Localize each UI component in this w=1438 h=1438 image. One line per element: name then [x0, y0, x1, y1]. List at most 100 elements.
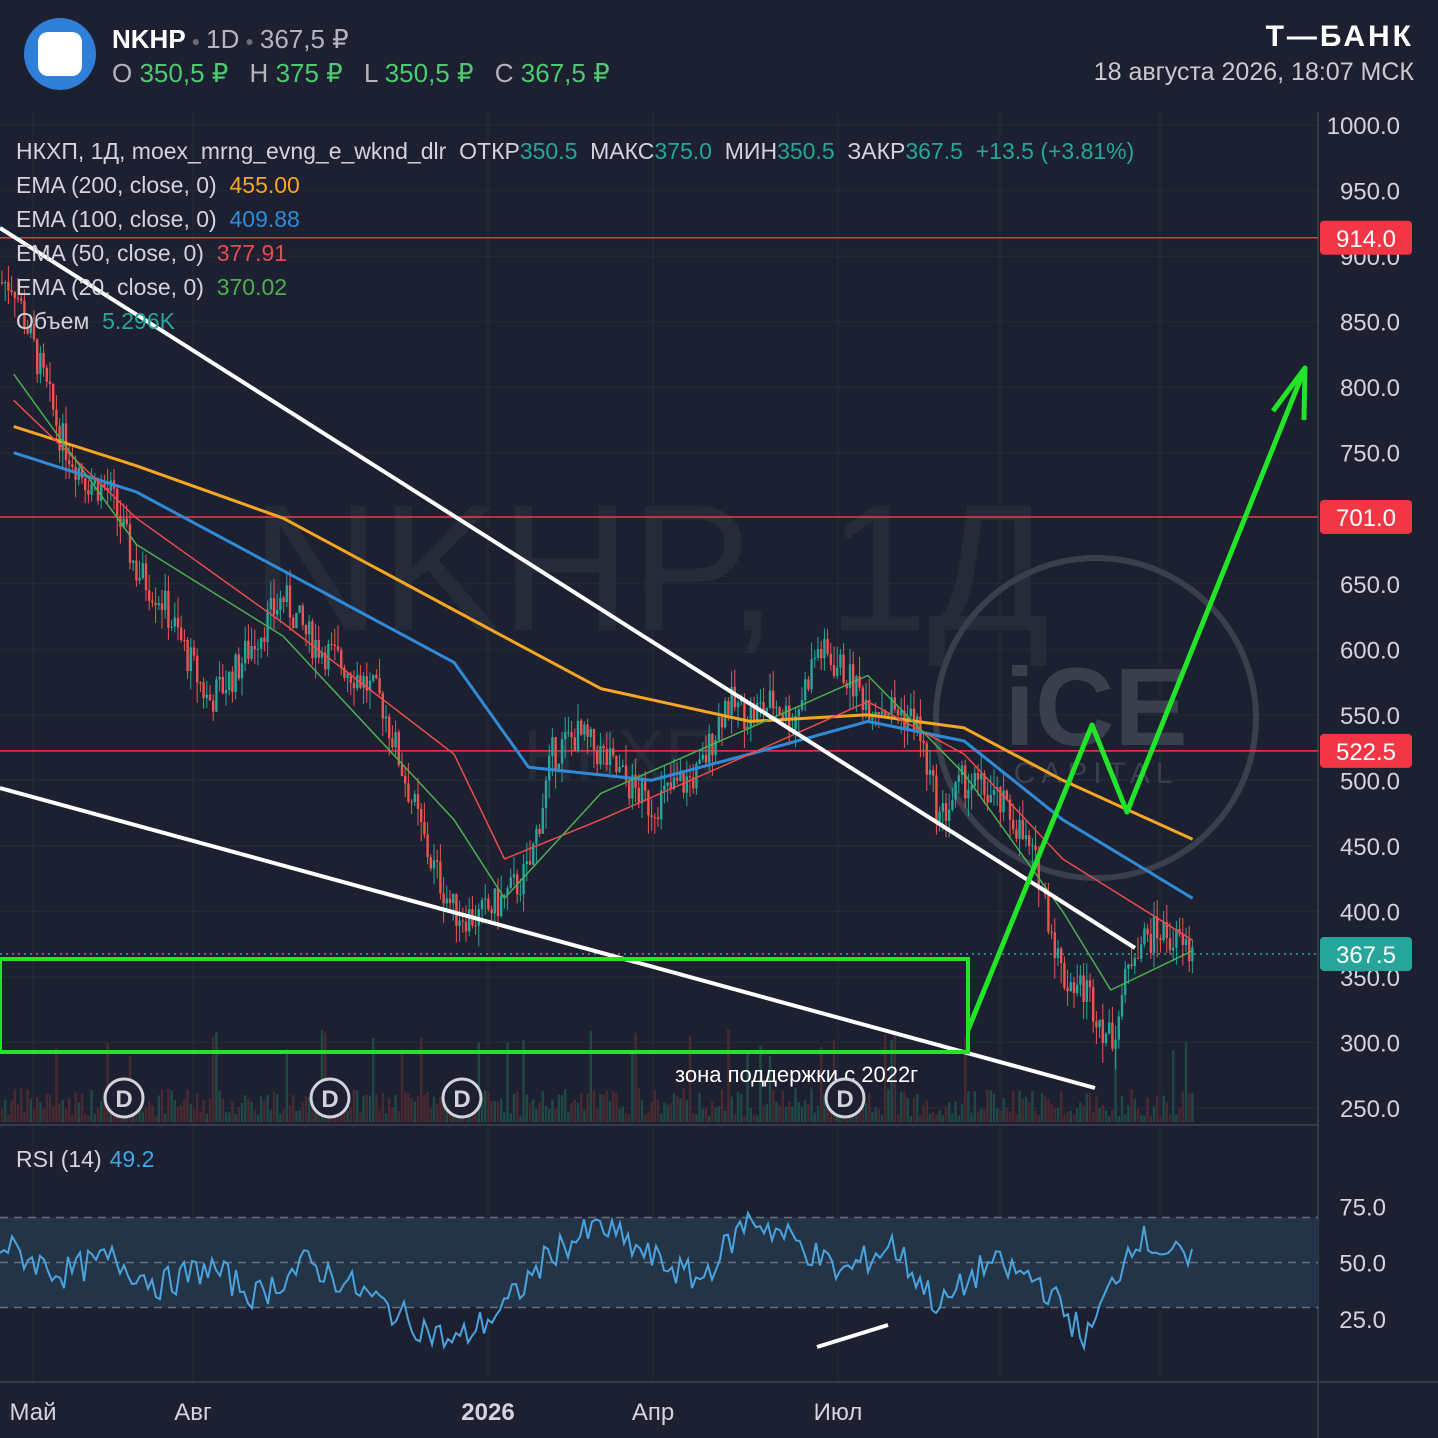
volume-bar	[810, 1088, 813, 1122]
volume-bar	[416, 1096, 420, 1122]
volume-bar	[10, 1100, 13, 1122]
candle-body	[1088, 980, 1092, 988]
volume-bar	[906, 1097, 909, 1122]
candle-body	[586, 724, 589, 737]
candle-body	[733, 686, 736, 708]
candle-body	[413, 794, 416, 803]
rsi-label: RSI (14)	[16, 1146, 102, 1172]
volume-bar	[695, 1114, 698, 1122]
volume-bar	[298, 1109, 301, 1122]
volume-bar	[346, 1111, 349, 1122]
candle-body	[1120, 995, 1124, 1017]
volume-bar	[500, 1098, 503, 1122]
volume-bar	[692, 1112, 695, 1122]
candle-body	[285, 585, 288, 602]
volume-bar	[711, 1101, 714, 1122]
volume-bar	[1124, 1114, 1127, 1122]
volume-bar	[928, 1113, 932, 1122]
candle-body	[468, 909, 471, 932]
indicator-legend: НКХП, 1Д, moex_mrng_evng_e_wknd_dlr ОТКР…	[16, 134, 1134, 338]
candle-body	[144, 563, 148, 591]
candle-body	[304, 624, 308, 635]
volume-bar	[410, 1098, 413, 1122]
candle-body	[512, 874, 516, 878]
rsi-legend[interactable]: RSI (14) 49.2	[16, 1146, 154, 1173]
candle-body	[797, 709, 800, 717]
time-tick-label: Май	[9, 1399, 56, 1426]
volume-bar	[941, 1115, 944, 1122]
candle-body	[1101, 1019, 1104, 1044]
candle-body	[212, 700, 215, 712]
interval[interactable]: 1D	[206, 24, 239, 54]
volume-bar	[48, 1095, 52, 1122]
candle-body	[301, 605, 304, 625]
legend-ema100[interactable]: EMA (100, close, 0) 409.88	[16, 202, 1134, 236]
legend-main[interactable]: НКХП, 1Д, moex_mrng_evng_e_wknd_dlr ОТКР…	[16, 134, 1134, 168]
candle-body	[160, 603, 164, 611]
candle-body	[765, 707, 768, 713]
level-badge-label: 701.0	[1336, 505, 1396, 532]
volume-bar	[605, 1090, 608, 1122]
volume-bar	[1034, 1110, 1037, 1122]
legend-ema100-label: EMA (100, close, 0)	[16, 206, 217, 232]
price-tick-label: 1000.0	[1327, 113, 1400, 140]
volume-bar	[1005, 1107, 1008, 1122]
volume-bar	[436, 1104, 439, 1122]
price-tick-label: 850.0	[1340, 310, 1400, 337]
volume-bar	[471, 1115, 474, 1122]
volume-bar	[631, 1050, 634, 1122]
candle-body	[1168, 938, 1172, 951]
volume-bar	[1044, 1096, 1047, 1122]
volume-bar	[682, 1088, 685, 1122]
volume-bar	[986, 1089, 989, 1122]
candle-body	[749, 706, 752, 727]
volume-bar	[708, 1115, 711, 1122]
volume-bar	[164, 1113, 167, 1122]
volume-bar	[1072, 1114, 1076, 1122]
legend-volume[interactable]: Объем 5.296K	[16, 304, 1134, 338]
volume-bar	[791, 1106, 794, 1122]
candle-body	[1021, 819, 1024, 840]
volume-bar	[1056, 1108, 1060, 1122]
candle-body	[1072, 982, 1076, 994]
volume-bar	[996, 1107, 999, 1122]
legend-ema200[interactable]: EMA (200, close, 0) 455.00	[16, 168, 1134, 202]
candle-body	[1053, 932, 1056, 959]
volume-bar	[797, 1102, 800, 1122]
candle-body	[858, 676, 861, 688]
candle-body	[992, 789, 996, 795]
volume-bar	[1024, 1096, 1028, 1122]
candle-body	[186, 640, 189, 672]
candle-body	[948, 809, 951, 821]
volume-bar	[96, 1107, 100, 1122]
volume-bar	[989, 1090, 992, 1122]
candle-body	[554, 737, 557, 769]
price-tick-label: 450.0	[1340, 834, 1400, 861]
legend-ema20-value: 370.02	[216, 274, 288, 300]
price-tick-label: 800.0	[1340, 375, 1400, 402]
candle-body	[612, 748, 615, 756]
volume-bar	[170, 1090, 173, 1122]
volume-bar	[516, 1091, 519, 1122]
candle-body	[1175, 928, 1178, 948]
volume-bar	[493, 1100, 496, 1122]
volume-bar	[1191, 1092, 1194, 1122]
volume-bar	[525, 1094, 528, 1122]
candle-body	[141, 563, 144, 579]
volume-bar	[1053, 1107, 1056, 1122]
candle-body	[237, 654, 240, 679]
volume-bar	[976, 1111, 980, 1122]
legend-ema50[interactable]: EMA (50, close, 0) 377.91	[16, 236, 1134, 270]
candle-body	[84, 477, 87, 491]
ticker-symbol[interactable]: NKHP	[112, 24, 186, 54]
volume-bar	[352, 1089, 356, 1122]
volume-bar	[84, 1113, 87, 1122]
volume-bar	[157, 1095, 160, 1122]
volume-bar	[992, 1094, 996, 1122]
volume-bar	[180, 1105, 183, 1122]
candle-body	[602, 746, 605, 749]
volume-bar	[375, 1093, 378, 1122]
candle-body	[519, 894, 522, 896]
legend-ema20[interactable]: EMA (20, close, 0) 370.02	[16, 270, 1134, 304]
candle-body	[176, 617, 180, 628]
